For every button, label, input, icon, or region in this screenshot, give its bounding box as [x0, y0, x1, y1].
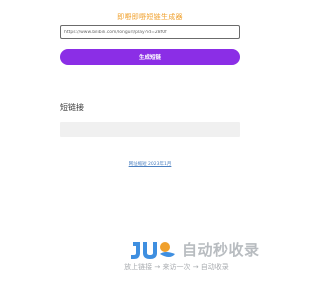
watermark-logo-icon [131, 242, 175, 259]
watermark-slogan: 放上链接 → 来访一次 → 自动收录 [124, 263, 229, 271]
url-input[interactable] [60, 25, 240, 39]
generate-button[interactable]: 生成短链 [60, 49, 240, 65]
watermark-brand-text: 自动秒收录 [182, 241, 260, 259]
page-title: 即嘢即嘢短链生成器 [117, 13, 183, 21]
short-link-label: 短链接 [60, 103, 84, 112]
short-link-output[interactable] [60, 122, 240, 137]
footer-link[interactable]: 网址缩短 2023年1月 [0, 161, 300, 167]
